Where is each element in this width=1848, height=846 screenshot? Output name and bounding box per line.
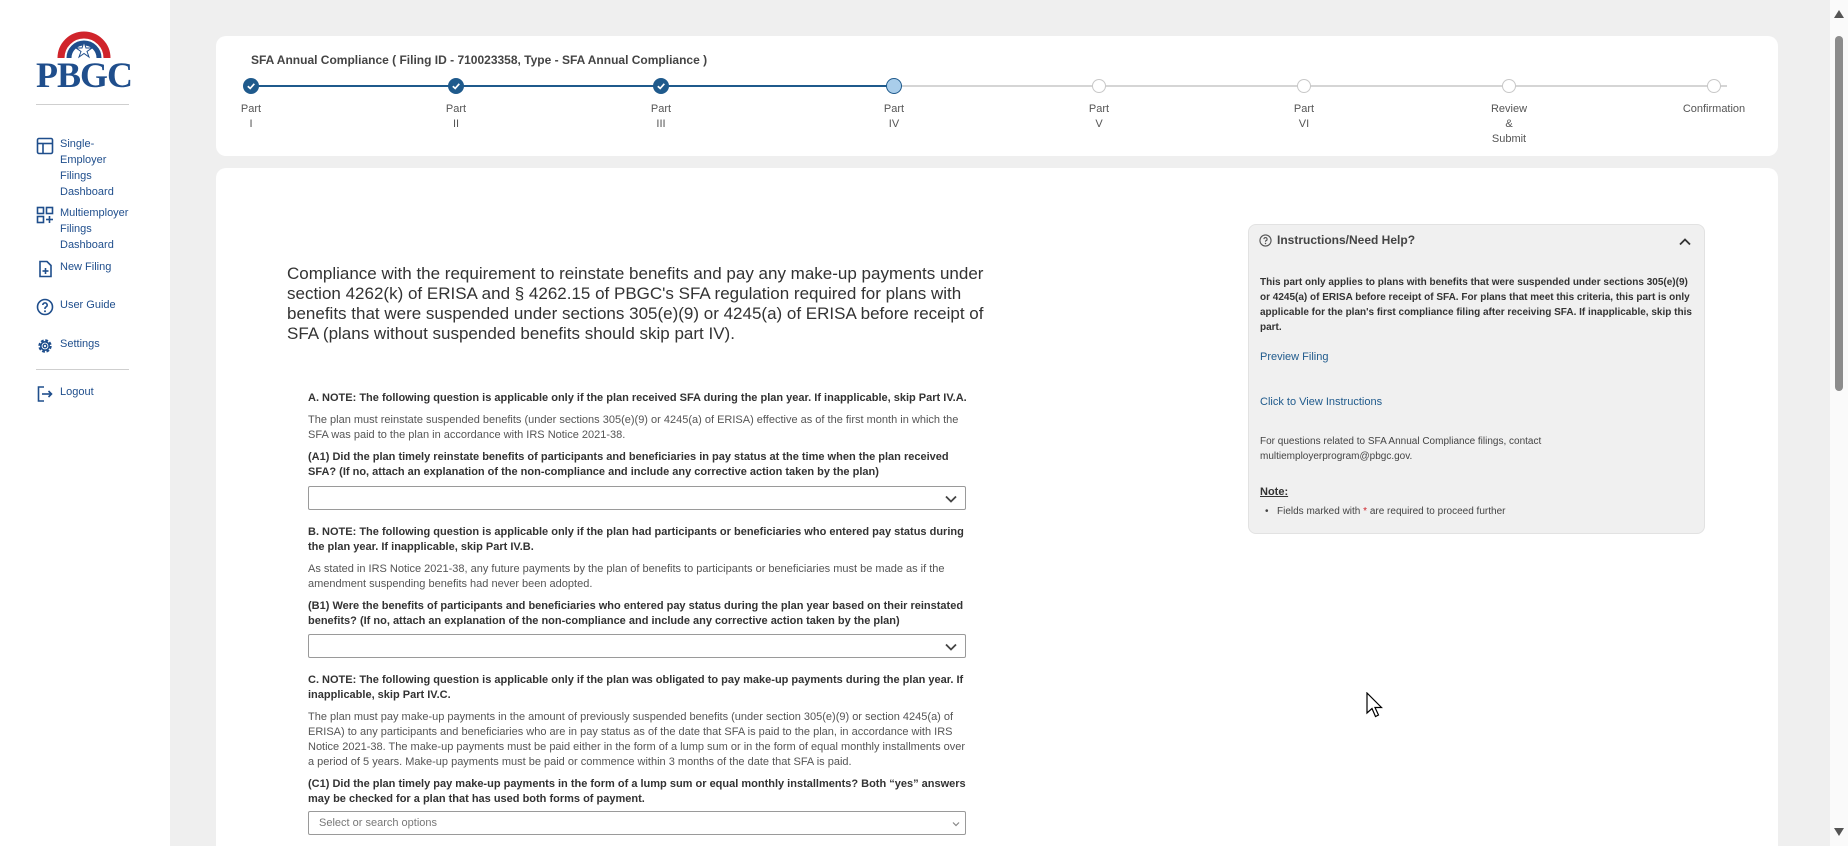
logo-text: PBGC — [36, 55, 133, 95]
section-a-description: The plan must reinstate suspended benefi… — [308, 414, 959, 441]
step-label-5: Part V — [1088, 103, 1110, 130]
step-indicator-7[interactable] — [1502, 79, 1516, 93]
sidebar-item-single-employer-dashboard[interactable]: Single-Employer Filings Dashboard — [36, 136, 136, 200]
step-indicator-6[interactable] — [1297, 79, 1311, 93]
step-label-1: Part I — [240, 103, 262, 130]
section-c: C. NOTE: The following question is appli… — [308, 673, 968, 807]
preview-filing-link[interactable]: Preview Filing — [1260, 351, 1328, 363]
gear-icon — [38, 339, 52, 353]
instructions-text: This part only applies to plans with ben… — [1260, 277, 1692, 333]
section-a-note: A. NOTE: The following question is appli… — [308, 392, 967, 404]
checkmark-icon — [452, 83, 460, 90]
part-iv-form-card: Compliance with the requirement to reins… — [216, 168, 1778, 846]
sidebar-item-settings[interactable]: Settings — [36, 336, 136, 355]
view-instructions-link[interactable]: Click to View Instructions — [1260, 396, 1382, 408]
step-label-4: Part IV — [883, 103, 905, 130]
step-label-8: Confirmation — [1682, 103, 1746, 115]
sidebar-item-label: User Guide — [60, 299, 116, 311]
sidebar-item-label: Settings — [60, 338, 100, 350]
question-circle-icon — [36, 298, 54, 316]
sidebar-item-label: Logout — [60, 386, 94, 398]
page-scrollbar[interactable] — [1830, 0, 1848, 846]
sidebar-item-logout[interactable]: Logout — [36, 384, 136, 403]
chevron-down-icon — [952, 822, 960, 827]
progress-line-complete — [251, 85, 894, 87]
file-plus-icon — [39, 260, 52, 278]
chevron-down-icon — [945, 495, 957, 503]
sidebar-divider — [36, 369, 129, 370]
checkmark-icon — [247, 83, 255, 90]
sidebar: PBGC Single-Employer Filings Dashboard M… — [0, 0, 170, 846]
pbgc-logo[interactable]: PBGC — [36, 30, 133, 95]
section-b-note: B. NOTE: The following question is appli… — [308, 526, 964, 553]
sidebar-item-multiemployer-dashboard[interactable]: Multiemployer Filings Dashboard — [36, 205, 136, 253]
sidebar-item-label: Single-Employer Filings Dashboard — [60, 138, 114, 198]
instructions-panel: Instructions/Need Help? This part only a… — [1248, 224, 1705, 534]
step-label-3: Part III — [650, 103, 672, 130]
question-c1-multiselect[interactable]: Select or search options — [308, 811, 966, 835]
scroll-thumb[interactable] — [1835, 36, 1843, 391]
checkmark-icon — [657, 83, 665, 90]
instructions-panel-title: Instructions/Need Help? — [1277, 233, 1416, 247]
step-label-7: Review & Submit — [1490, 103, 1528, 145]
step-label-6: Part VI — [1293, 103, 1315, 130]
table-icon — [36, 137, 54, 155]
grid-plus-icon — [36, 206, 54, 224]
sidebar-item-user-guide[interactable]: User Guide — [36, 297, 136, 316]
step-indicator-1[interactable] — [243, 78, 259, 94]
section-a: A. NOTE: The following question is appli… — [308, 391, 968, 480]
contact-text: For questions related to SFA Annual Comp… — [1260, 436, 1542, 462]
scroll-up-arrow[interactable] — [1834, 10, 1844, 18]
question-c1-placeholder: Select or search options — [319, 817, 438, 829]
question-b1-label: (B1) Were the benefits of participants a… — [308, 600, 964, 627]
question-circle-icon — [1259, 234, 1272, 247]
chevron-down-icon — [945, 643, 957, 651]
note-label: Note: — [1260, 486, 1289, 498]
chevron-up-icon[interactable] — [1678, 235, 1692, 249]
step-indicator-2[interactable] — [448, 78, 464, 94]
step-indicator-5[interactable] — [1092, 79, 1106, 93]
step-label-2: Part II — [445, 103, 467, 130]
section-c-description: The plan must pay make-up payments in th… — [308, 711, 966, 768]
section-c-note: C. NOTE: The following question is appli… — [308, 674, 964, 701]
sidebar-item-label: Multiemployer Filings Dashboard — [60, 207, 129, 251]
required-note-text: Fields marked with — [1277, 506, 1364, 517]
step-indicator-8[interactable] — [1707, 79, 1721, 93]
required-fields-note: Fields marked with * are required to pro… — [1265, 506, 1506, 517]
required-note-text: are required to proceed further — [1367, 506, 1506, 517]
page-title: Compliance with the requirement to reins… — [287, 264, 984, 343]
question-b1-select[interactable] — [308, 634, 966, 658]
step-indicator-4[interactable] — [886, 78, 902, 94]
section-b-description: As stated in IRS Notice 2021-38, any fut… — [308, 563, 945, 590]
sidebar-item-label: New Filing — [60, 261, 112, 273]
question-a1-label: (A1) Did the plan timely reinstate benef… — [308, 451, 949, 478]
section-b: B. NOTE: The following question is appli… — [308, 525, 968, 629]
step-indicator-3[interactable] — [653, 78, 669, 94]
filing-progress-card: SFA Annual Compliance ( Filing ID - 7100… — [216, 36, 1778, 156]
sidebar-item-new-filing[interactable]: New Filing — [36, 259, 136, 278]
question-c1-label: (C1) Did the plan timely pay make-up pay… — [308, 778, 966, 805]
logout-icon — [37, 386, 53, 402]
scroll-down-arrow[interactable] — [1834, 828, 1844, 836]
mouse-cursor-icon — [1366, 692, 1383, 718]
sidebar-divider — [36, 104, 129, 105]
filing-title: SFA Annual Compliance ( Filing ID - 7100… — [251, 53, 708, 67]
question-a1-select[interactable] — [308, 486, 966, 510]
